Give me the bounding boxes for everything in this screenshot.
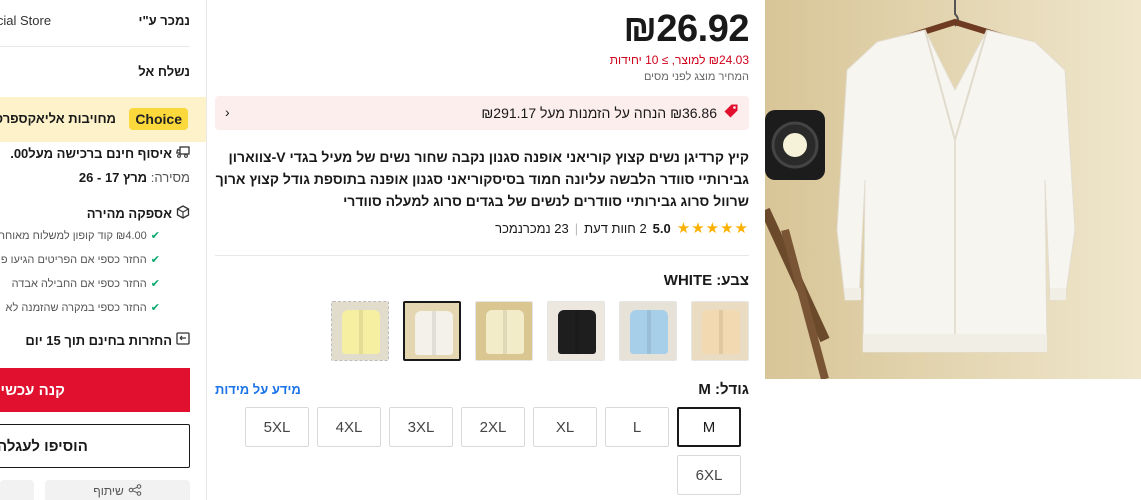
size-option-3xl[interactable]: 3XL (389, 407, 453, 447)
choice-badge: Choice (129, 108, 188, 130)
check-icon: ✔ (150, 302, 160, 314)
free-returns: החזרות בחינם תוך 15 יום (25, 332, 190, 348)
product-main-image[interactable] (765, 0, 1141, 379)
color-label: צבע: WHITE (663, 272, 749, 289)
sold-count: 23 נמכרנמכר (495, 220, 569, 236)
ship-to-label: נשלח אל (138, 64, 190, 79)
size-info-link[interactable]: מידע על מידות (215, 382, 301, 397)
benefit-text: החזר כספי אם החבילה אבדה (11, 277, 147, 290)
delivery-label: מסירה: (150, 170, 190, 185)
benefit-item: ✔ החזר כספי אם החבילה אבדה (11, 277, 160, 291)
chevron-left-icon: ‹ (225, 104, 230, 120)
color-swatch-beige[interactable] (475, 301, 533, 361)
store-name[interactable]: icial Store (0, 13, 51, 28)
divider (0, 46, 190, 47)
benefit-text: החזר כספי במקרה שהזמנה לא (5, 301, 147, 314)
fast-delivery-label: אספקה מהירה (86, 206, 172, 221)
price-tag-icon (723, 103, 739, 124)
return-box-icon (176, 332, 190, 348)
check-icon: ✔ (150, 254, 160, 266)
shield-box-icon (176, 205, 190, 222)
rating-row: ★★★★★ 5.0 2 חוות דעת | 23 נמכרנמכר (495, 219, 749, 237)
choice-commitment-text: מחויבות אליאקספרס (0, 111, 116, 126)
benefit-item: ✔ החזר כספי אם הפריטים הגיעו פ (0, 253, 160, 267)
benefit-item: ✔ החזר כספי במקרה שהזמנה לא (5, 301, 160, 315)
truck-icon (175, 146, 190, 161)
delivery-estimate: מסירה: מרץ 17 - 26 (79, 170, 190, 185)
wishlist-button[interactable] (0, 480, 34, 500)
share-icon (128, 484, 142, 499)
benefit-text: ₪4.00 קוד קופון למשלוח מאוחר (0, 229, 147, 242)
cardigan-photo (765, 0, 1141, 379)
store-side-panel: icial Store נמכר ע"י נשלח אל Choice מחוי… (0, 0, 207, 500)
size-option-xl[interactable]: XL (533, 407, 597, 447)
reviews-link[interactable]: 2 חוות דעת (584, 221, 647, 236)
size-option-6xl[interactable]: 6XL (677, 455, 741, 495)
color-swatch-white[interactable] (403, 301, 461, 361)
product-price: ₪26.92 (623, 8, 749, 50)
size-option-4xl[interactable]: 4XL (317, 407, 381, 447)
discount-text: ₪36.86 הנחה על הזמנות מעל ₪291.17 (481, 105, 717, 121)
size-option-2xl[interactable]: 2XL (461, 407, 525, 447)
product-info-panel: ₪26.92 ₪24.03 למוצר, ≥ 10 יחידות המחיר מ… (207, 0, 765, 500)
rating-stars-icon: ★★★★★ (676, 220, 749, 237)
benefit-text: החזר כספי אם הפריטים הגיעו פ (0, 253, 147, 266)
color-swatch-apricot[interactable] (691, 301, 749, 361)
divider (215, 255, 749, 256)
bulk-unit-price: ₪24.03 למוצר, ≥ 10 יחידות (609, 53, 749, 67)
size-option-5xl[interactable]: 5XL (245, 407, 309, 447)
fast-delivery: אספקה מהירה (87, 205, 190, 222)
color-swatch-yellow[interactable] (331, 301, 389, 361)
check-icon: ✔ (150, 230, 160, 242)
tax-note: המחיר מוצג לפני מסים (643, 71, 749, 83)
product-title: קיץ קרדיגן נשים קצוץ קוריאני אופנה סגנון… (215, 149, 749, 209)
free-pickup: איסוף חינם ברכישה מעל00. (10, 146, 190, 161)
buy-now-button[interactable]: קנה עכשיו (0, 368, 190, 412)
share-label: שיתוף (93, 484, 124, 498)
check-icon: ✔ (150, 278, 160, 290)
separator: | (574, 220, 579, 236)
color-swatches (331, 301, 749, 361)
rating-value: 5.0 (652, 220, 671, 236)
add-to-cart-button[interactable]: הוסיפו לעגלה (0, 424, 190, 468)
color-swatch-black[interactable] (547, 301, 605, 361)
size-option-m[interactable]: M (677, 407, 741, 447)
share-button[interactable]: שיתוף (45, 480, 190, 500)
free-pickup-text: איסוף חינם ברכישה מעל00. (10, 146, 172, 161)
seller-label: נמכר ע"י (138, 13, 190, 28)
free-returns-text: החזרות בחינם תוך 15 יום (25, 332, 172, 348)
delivery-dates: מרץ 17 - 26 (78, 170, 148, 185)
coupon-discount-bar[interactable]: ₪36.86 הנחה על הזמנות מעל ₪291.17 ‹ (215, 96, 749, 130)
benefit-item: ✔ ₪4.00 קוד קופון למשלוח מאוחר (0, 229, 160, 243)
size-option-l[interactable]: L (605, 407, 669, 447)
size-label: גודל: M (698, 381, 749, 398)
color-swatch-sky-blue[interactable] (619, 301, 677, 361)
